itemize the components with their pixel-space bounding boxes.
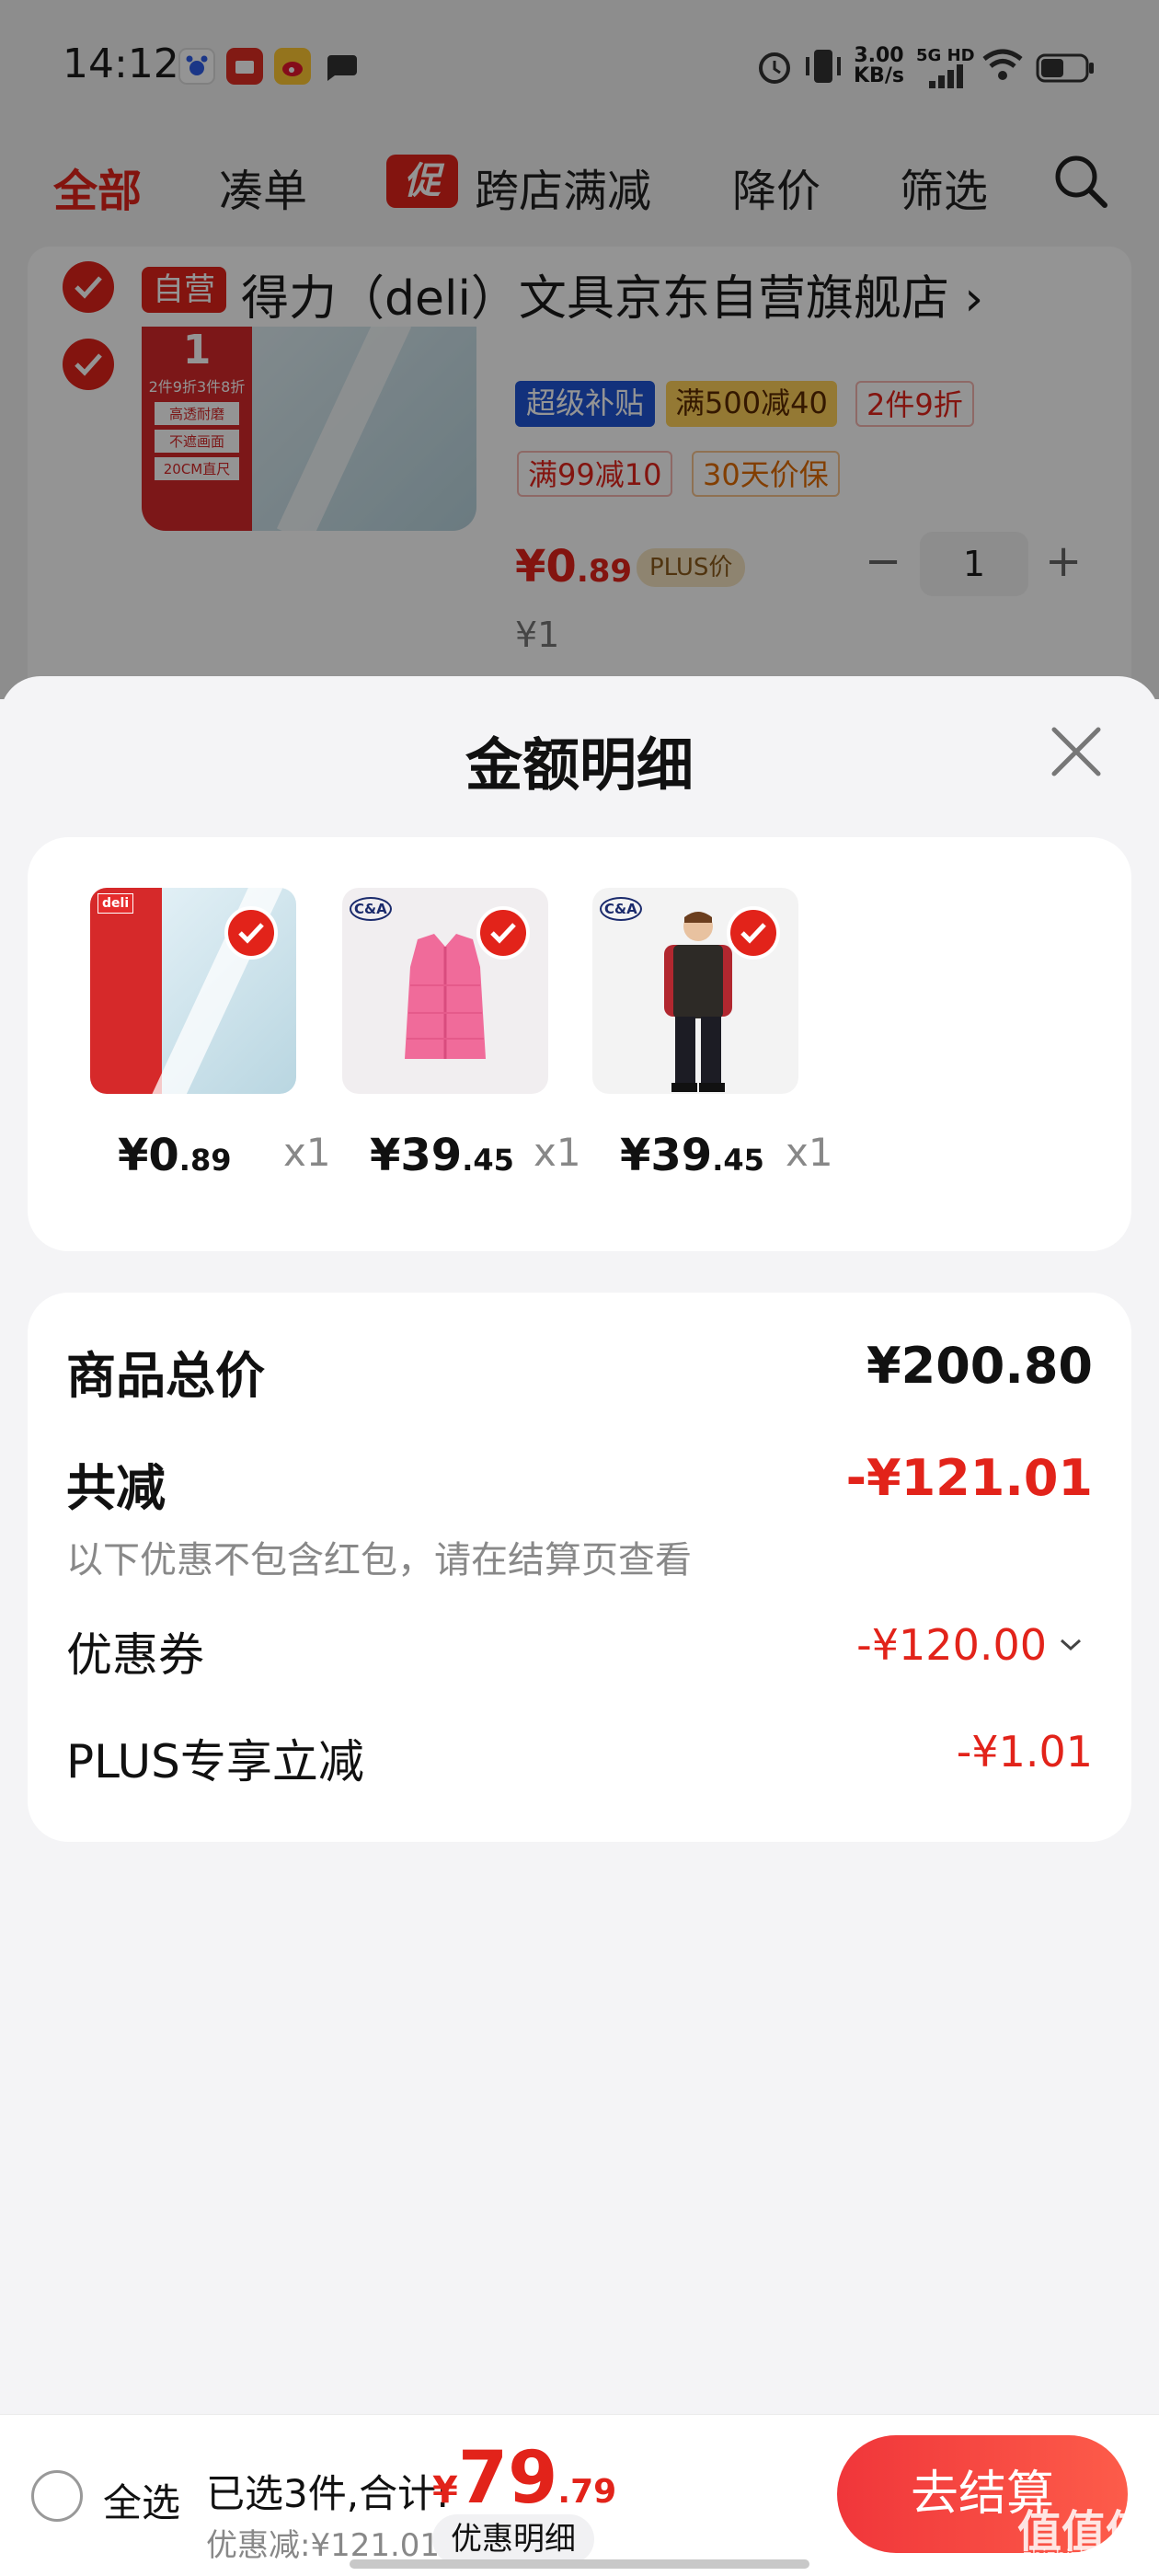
item-2-price: ¥39.45 bbox=[370, 1130, 514, 1181]
sheet-title: 金额明细 bbox=[465, 731, 694, 799]
item-1-price-dec: .89 bbox=[178, 1143, 232, 1178]
select-all-checkbox[interactable] bbox=[31, 2470, 83, 2522]
reduce-label: 共减 bbox=[66, 1459, 166, 1517]
item-2-price-dec: .45 bbox=[462, 1143, 514, 1178]
reduce-value: -¥121.01 bbox=[845, 1449, 1093, 1507]
boy-vest-thumbnail[interactable]: C&A bbox=[592, 888, 798, 1094]
total-dec: .79 bbox=[557, 2473, 617, 2511]
selected-items-panel: deli C&A C&A ¥0.89 x1 ¥39.45 x1 ¥39.45 x… bbox=[28, 837, 1131, 1251]
ruler-product-thumbnail[interactable]: deli bbox=[90, 888, 296, 1094]
total-price: ¥79.79 bbox=[432, 2437, 616, 2520]
plus-label: PLUS专享立减 bbox=[66, 1735, 364, 1788]
plus-value: -¥1.01 bbox=[956, 1727, 1093, 1777]
total-value: ¥200.80 bbox=[866, 1337, 1093, 1395]
home-indicator[interactable] bbox=[350, 2559, 809, 2569]
total-label: 商品总价 bbox=[66, 1347, 265, 1405]
item-1-checkbox[interactable] bbox=[224, 906, 278, 960]
item-3-qty: x1 bbox=[786, 1130, 833, 1175]
item-3-checkbox[interactable] bbox=[727, 906, 780, 960]
selected-count-text: 已选3件,合计: bbox=[206, 2471, 450, 2516]
total-currency: ¥ bbox=[432, 2469, 458, 2512]
ca-logo: C&A bbox=[350, 897, 392, 921]
item-1-qty: x1 bbox=[283, 1130, 331, 1175]
item-2-checkbox[interactable] bbox=[476, 906, 530, 960]
watermark-url: zhizhizhi.com bbox=[1023, 2547, 1135, 2566]
discount-text: 优惠减:¥121.01 bbox=[206, 2527, 441, 2564]
coupon-label: 优惠券 bbox=[66, 1628, 204, 1682]
item-2-qty: x1 bbox=[534, 1130, 581, 1175]
item-1-price: ¥0.89 bbox=[118, 1130, 231, 1181]
close-icon[interactable] bbox=[1049, 724, 1104, 779]
item-3-price: ¥39.45 bbox=[620, 1130, 764, 1181]
item-3-price-int: ¥39 bbox=[620, 1130, 713, 1181]
item-1-price-int: ¥0 bbox=[118, 1130, 179, 1181]
item-3-price-dec: .45 bbox=[712, 1143, 764, 1178]
modal-overlay[interactable] bbox=[0, 0, 1159, 699]
price-summary-panel: 商品总价 ¥200.80 共减 -¥121.01 以下优惠不包含红包，请在结算页… bbox=[28, 1293, 1131, 1842]
chevron-down-icon[interactable] bbox=[1058, 1637, 1084, 1653]
ca-logo: C&A bbox=[600, 897, 642, 921]
discount-detail-button[interactable]: 优惠明细 bbox=[432, 2514, 594, 2564]
items-price-row: ¥0.89 x1 ¥39.45 x1 ¥39.45 x1 bbox=[90, 1130, 1102, 1194]
deli-logo: deli bbox=[98, 893, 134, 914]
coupon-value[interactable]: -¥120.00 bbox=[856, 1620, 1047, 1670]
select-all-label[interactable]: 全选 bbox=[103, 2472, 180, 2528]
pink-vest-thumbnail[interactable]: C&A bbox=[342, 888, 548, 1094]
checkout-bar: 全选 已选3件,合计: ¥79.79 优惠减:¥121.01 优惠明细 去结算 bbox=[0, 2414, 1159, 2576]
price-detail-sheet: 金额明细 deli C&A C&A ¥0.89 x1 ¥39.45 x1 ¥39… bbox=[0, 676, 1159, 2576]
reduce-note: 以下优惠不包含红包，请在结算页查看 bbox=[66, 1539, 692, 1581]
item-2-price-int: ¥39 bbox=[370, 1130, 463, 1181]
total-int: 79 bbox=[457, 2437, 558, 2520]
